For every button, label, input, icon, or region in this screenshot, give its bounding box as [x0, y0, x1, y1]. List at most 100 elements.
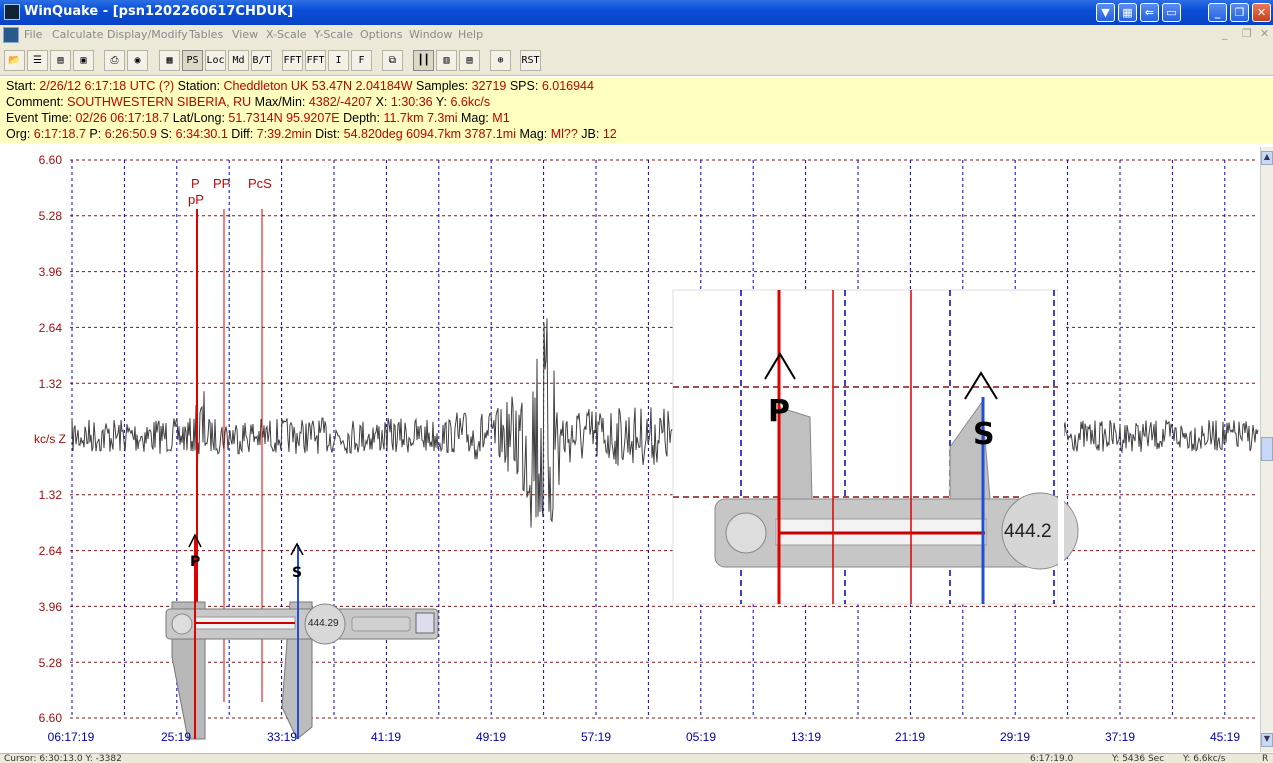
menu-x-scale[interactable]: X-Scale [266, 28, 307, 41]
x-tick: 21:19 [894, 730, 926, 744]
cursor-readout: Cursor: 6:30:13.0 Y: -3382 [4, 754, 122, 763]
magnifier-s-label: S [973, 417, 995, 452]
minimize-button[interactable]: _ [1208, 3, 1227, 22]
seismogram-plot[interactable]: 6.60 5.28 3.96 2.64 1.32 kc/s Z 1.32 2.6… [0, 147, 1260, 752]
s-label: S: [156, 127, 173, 141]
magnifier-edge [1058, 290, 1064, 604]
event-time-value: 02/26 06:17:18.7 [75, 111, 170, 125]
scroll-up-icon[interactable]: ▲ [1261, 151, 1273, 165]
menu-display-modify[interactable]: Display/Modify [107, 28, 188, 41]
caliper-knob-icon[interactable] [171, 613, 193, 635]
scroll-thumb[interactable] [1261, 437, 1273, 461]
menu-bar: File Calculate Display/Modify Tables Vie… [0, 25, 1273, 45]
menu-window[interactable]: Window [409, 28, 452, 41]
comment-value: SOUTHWESTERN SIBERIA, RU [67, 95, 252, 109]
save-as-icon[interactable]: ▤ [50, 50, 71, 71]
ps-button[interactable]: PS [182, 50, 203, 71]
menu-help[interactable]: Help [458, 28, 483, 41]
y-label: Y: [432, 95, 447, 109]
preview-icon[interactable]: ⎙ [104, 50, 125, 71]
loc-button[interactable]: Loc [205, 50, 226, 71]
close-button[interactable]: ✕ [1252, 3, 1271, 22]
toolbar: 📂 ☰ ▤ ▣ ⎙ ◉ ▦ PS Loc Md B/T FFT FFT I F … [0, 45, 1273, 76]
plot-canvas[interactable] [0, 147, 1260, 752]
print-pick-icon[interactable]: ▦ [159, 50, 180, 71]
f-button[interactable]: F [351, 50, 372, 71]
window-title: WinQuake - [psn1202260617CHDUK] [24, 4, 294, 19]
menu-view[interactable]: View [232, 28, 258, 41]
record-icon[interactable]: ◉ [127, 50, 148, 71]
ykc-readout: Y: 6.6kc/s [1183, 754, 1226, 763]
mdi-restore-icon[interactable]: ❐ [1242, 27, 1252, 40]
y-tick: 5.28 [38, 656, 62, 670]
menu-options[interactable]: Options [360, 28, 402, 41]
org-value: 6:17:18.7 [33, 127, 86, 141]
info-line-3: Event Time: 02/26 06:17:18.7 Lat/Long: 5… [6, 110, 1267, 126]
md-button[interactable]: Md [228, 50, 249, 71]
menu-file[interactable]: File [24, 28, 42, 41]
grid-icon[interactable]: ▦ [1118, 3, 1137, 22]
mdi-minimize-icon[interactable]: _ [1222, 27, 1228, 40]
p-pick-label: P [190, 554, 201, 570]
rst-button[interactable]: RST [520, 50, 541, 71]
info-line-1: Start: 2/26/12 6:17:18 UTC (?) Station: … [6, 78, 1267, 94]
maximize-button[interactable]: ❐ [1230, 3, 1249, 22]
diff-label: Diff: [227, 127, 254, 141]
x-tick: 33:19 [266, 730, 298, 744]
magnifier-knob-icon [725, 512, 767, 554]
dist-label: Dist: [311, 127, 341, 141]
vertical-scrollbar[interactable]: ▲ ▼ [1260, 147, 1273, 752]
i-button[interactable]: I [328, 50, 349, 71]
magnifier-view[interactable] [672, 289, 1079, 605]
caliper-nav-buttons[interactable] [351, 616, 411, 632]
seismogram-trace [71, 318, 1259, 528]
comment-label: Comment: [6, 95, 64, 109]
x-tick: 41:19 [370, 730, 402, 744]
info-line-2: Comment: SOUTHWESTERN SIBERIA, RU Max/Mi… [6, 94, 1267, 110]
sps-label: SPS: [506, 79, 539, 93]
x-value: 1:30:36 [390, 95, 433, 109]
mag-label: Mag: [457, 111, 489, 125]
phase-label-p: P [191, 176, 200, 191]
copy-icon[interactable]: ⧉ [382, 50, 403, 71]
shade-icon[interactable]: ▭ [1162, 3, 1181, 22]
p-value: 6:26:50.9 [104, 127, 157, 141]
station-value: Cheddleton UK 53.47N 2.04184W [223, 79, 413, 93]
jb-label: JB: [577, 127, 600, 141]
magnifier-p-label: P [768, 394, 790, 429]
caliper-close-icon[interactable] [415, 612, 435, 634]
mdi-close-icon[interactable]: ✕ [1260, 27, 1269, 40]
y-tick: 3.96 [38, 265, 62, 279]
depth-label: Depth: [339, 111, 380, 125]
menu-tables[interactable]: Tables [189, 28, 223, 41]
bars3-icon[interactable]: ▤ [459, 50, 480, 71]
bt-button[interactable]: B/T [251, 50, 272, 71]
s-value: 6:34:30.1 [175, 127, 228, 141]
r-indicator: R [1262, 754, 1269, 763]
phase-label-pp: PP [213, 176, 231, 191]
app-icon[interactable] [4, 4, 20, 20]
samples-label: Samples: [412, 79, 469, 93]
crosshair-icon[interactable]: ⊕ [490, 50, 511, 71]
save-icon[interactable]: ▣ [73, 50, 94, 71]
sps-value: 6.016944 [541, 79, 594, 93]
open-icon[interactable]: 📂 [4, 50, 25, 71]
pin-icon[interactable]: ⇐ [1140, 3, 1159, 22]
fft2-button[interactable]: FFT [305, 50, 326, 71]
fft-button[interactable]: FFT [282, 50, 303, 71]
x-tick: 29:19 [999, 730, 1031, 744]
x-tick: 37:19 [1104, 730, 1136, 744]
y-tick: 5.28 [38, 209, 62, 223]
diff-value: 7:39.2min [256, 127, 312, 141]
list-icon[interactable]: ☰ [27, 50, 48, 71]
x-tick: 05:19 [685, 730, 717, 744]
bars2-icon[interactable]: ▥ [436, 50, 457, 71]
bars1-icon[interactable]: ┃┃ [413, 50, 434, 71]
scroll-down-icon[interactable]: ▼ [1261, 733, 1273, 747]
x-tick: 06:17:19 [47, 730, 95, 744]
dropdown-icon[interactable]: ▼ [1096, 3, 1115, 22]
document-icon[interactable] [3, 27, 19, 43]
menu-y-scale[interactable]: Y-Scale [314, 28, 353, 41]
menu-calculate[interactable]: Calculate [52, 28, 103, 41]
jb-value: 12 [602, 127, 617, 141]
